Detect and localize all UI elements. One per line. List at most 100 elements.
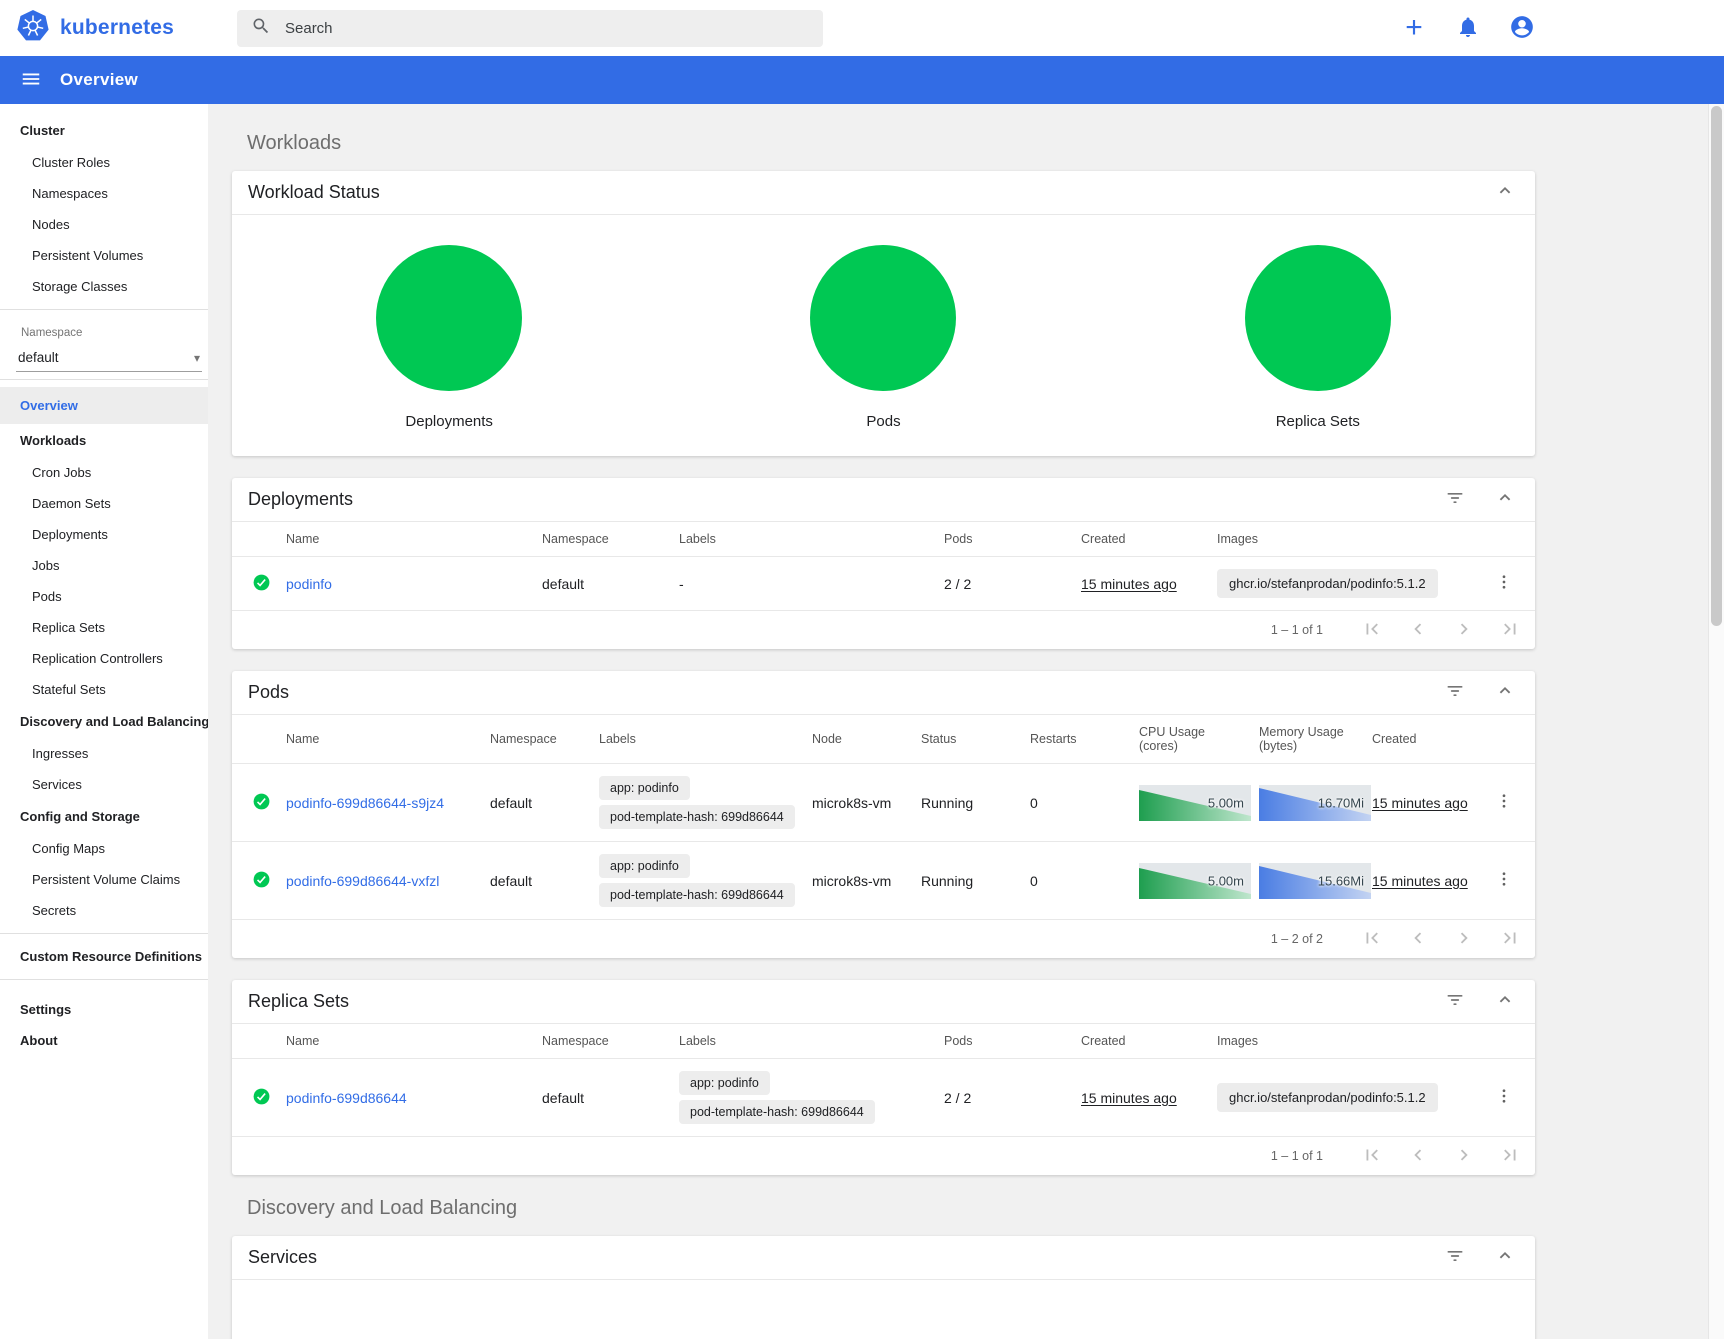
chevron-up-icon: [1494, 180, 1516, 205]
resource-link[interactable]: podinfo-699d86644: [286, 1090, 407, 1106]
first-page-button[interactable]: [1361, 618, 1383, 642]
column-header: Restarts: [1022, 715, 1131, 764]
next-page-button[interactable]: [1453, 927, 1475, 951]
sidebar-item-persistent-volumes[interactable]: Persistent Volumes: [0, 240, 208, 271]
previous-page-button[interactable]: [1407, 927, 1429, 951]
sidebar-item-services[interactable]: Services: [0, 769, 208, 800]
sidebar-item-secrets[interactable]: Secrets: [0, 895, 208, 926]
cell-status: Running: [913, 764, 1022, 842]
cell-name: podinfo-699d86644-s9jz4: [278, 764, 482, 842]
cell-images: ghcr.io/stefanprodan/podinfo:5.1.2: [1209, 557, 1479, 611]
resource-link[interactable]: podinfo-699d86644-vxfzl: [286, 873, 439, 889]
page-title: Overview: [60, 70, 138, 90]
search-input[interactable]: [285, 20, 809, 37]
sidebar-item-pods[interactable]: Pods: [0, 581, 208, 612]
sidebar-item-storage-classes[interactable]: Storage Classes: [0, 271, 208, 302]
collapse-button[interactable]: [1493, 1246, 1517, 1270]
sidebar-item-nodes[interactable]: Nodes: [0, 209, 208, 240]
paginator: 1 – 1 of 1: [232, 1137, 1535, 1175]
previous-page-button[interactable]: [1407, 1144, 1429, 1168]
created-timestamp: 15 minutes ago: [1372, 795, 1468, 811]
main-content: Workloads Workload Status Deployments: [208, 104, 1724, 1339]
resource-link[interactable]: podinfo-699d86644-s9jz4: [286, 795, 444, 811]
next-page-button[interactable]: [1453, 1144, 1475, 1168]
table-row: podinfo-699d86644-vxfzl default app: pod…: [232, 842, 1535, 920]
cell-actions: [1479, 557, 1535, 611]
last-page-button[interactable]: [1499, 1144, 1521, 1168]
add-resource-button[interactable]: +: [1400, 14, 1428, 42]
sidebar-item-deployments[interactable]: Deployments: [0, 519, 208, 550]
account-button[interactable]: [1508, 14, 1536, 42]
sidebar-divider: [0, 933, 208, 934]
sidebar-divider: [0, 979, 208, 980]
last-page-button[interactable]: [1499, 618, 1521, 642]
replica-sets-card: Replica Sets: [232, 980, 1535, 1175]
collapse-button[interactable]: [1493, 488, 1517, 512]
kebab-icon: [1495, 1093, 1513, 1108]
scrollbar-thumb[interactable]: [1711, 106, 1722, 626]
resource-link[interactable]: podinfo: [286, 576, 332, 592]
filter-button[interactable]: [1443, 990, 1467, 1014]
donut-label: Replica Sets: [1276, 413, 1360, 430]
namespace-select[interactable]: default ▾: [16, 343, 202, 372]
sidebar-header-discovery[interactable]: Discovery and Load Balancing: [0, 705, 208, 738]
row-menu-button[interactable]: [1495, 870, 1513, 891]
sidebar-item-custom-resource-definitions[interactable]: Custom Resource Definitions: [0, 941, 208, 972]
column-header: Labels: [671, 1024, 936, 1059]
chevron-up-icon: [1494, 487, 1516, 512]
notifications-button[interactable]: [1454, 14, 1482, 42]
sidebar-item-daemon-sets[interactable]: Daemon Sets: [0, 488, 208, 519]
sidebar-item-stateful-sets[interactable]: Stateful Sets: [0, 674, 208, 705]
created-timestamp: 15 minutes ago: [1372, 873, 1468, 889]
chevron-up-icon: [1494, 989, 1516, 1014]
search-box[interactable]: [237, 10, 823, 47]
column-header: Images: [1209, 1024, 1479, 1059]
cpu-sparkline-chart: 5.00m: [1139, 785, 1251, 821]
cell-created: 15 minutes ago: [1364, 764, 1479, 842]
cell-cpu: 5.00m: [1131, 764, 1251, 842]
sidebar-item-persistent-volume-claims[interactable]: Persistent Volume Claims: [0, 864, 208, 895]
filter-button[interactable]: [1443, 488, 1467, 512]
cell-created: 15 minutes ago: [1364, 842, 1479, 920]
sidebar-item-replica-sets[interactable]: Replica Sets: [0, 612, 208, 643]
sidebar-header-workloads[interactable]: Workloads: [0, 424, 208, 457]
column-header-status: [232, 522, 278, 557]
collapse-button[interactable]: [1493, 681, 1517, 705]
row-menu-button[interactable]: [1495, 1087, 1513, 1108]
plus-icon: +: [1405, 15, 1423, 41]
filter-button[interactable]: [1443, 681, 1467, 705]
sidebar-item-cron-jobs[interactable]: Cron Jobs: [0, 457, 208, 488]
label-chip: pod-template-hash: 699d86644: [679, 1100, 875, 1124]
column-header-actions: [1479, 1024, 1535, 1059]
sidebar-item-overview[interactable]: Overview: [0, 387, 208, 424]
sidebar-item-about[interactable]: About: [0, 1025, 208, 1056]
collapse-button[interactable]: [1493, 181, 1517, 205]
row-menu-button[interactable]: [1495, 573, 1513, 594]
scrollbar-track[interactable]: [1708, 104, 1724, 1339]
sidebar-item-jobs[interactable]: Jobs: [0, 550, 208, 581]
sidebar-item-replication-controllers[interactable]: Replication Controllers: [0, 643, 208, 674]
kebab-icon: [1495, 798, 1513, 813]
sidebar-item-ingresses[interactable]: Ingresses: [0, 738, 208, 769]
sidebar-item-namespaces[interactable]: Namespaces: [0, 178, 208, 209]
previous-page-button[interactable]: [1407, 618, 1429, 642]
last-page-button[interactable]: [1499, 927, 1521, 951]
first-page-button[interactable]: [1361, 927, 1383, 951]
kebab-icon: [1495, 579, 1513, 594]
column-header: Created: [1073, 1024, 1209, 1059]
hamburger-menu-button[interactable]: [16, 65, 46, 95]
filter-button[interactable]: [1443, 1246, 1467, 1270]
cell-cpu: 5.00m: [1131, 842, 1251, 920]
column-header: Name: [278, 1024, 534, 1059]
cell-namespace: default: [534, 1059, 671, 1137]
row-menu-button[interactable]: [1495, 792, 1513, 813]
sidebar-item-cluster-roles[interactable]: Cluster Roles: [0, 147, 208, 178]
sidebar-header-config[interactable]: Config and Storage: [0, 800, 208, 833]
sidebar-item-settings[interactable]: Settings: [0, 994, 208, 1025]
collapse-button[interactable]: [1493, 990, 1517, 1014]
first-page-button[interactable]: [1361, 1144, 1383, 1168]
cell-labels: app: podinfo pod-template-hash: 699d8664…: [591, 764, 804, 842]
sidebar-header-cluster[interactable]: Cluster: [0, 114, 208, 147]
sidebar-item-config-maps[interactable]: Config Maps: [0, 833, 208, 864]
next-page-button[interactable]: [1453, 618, 1475, 642]
